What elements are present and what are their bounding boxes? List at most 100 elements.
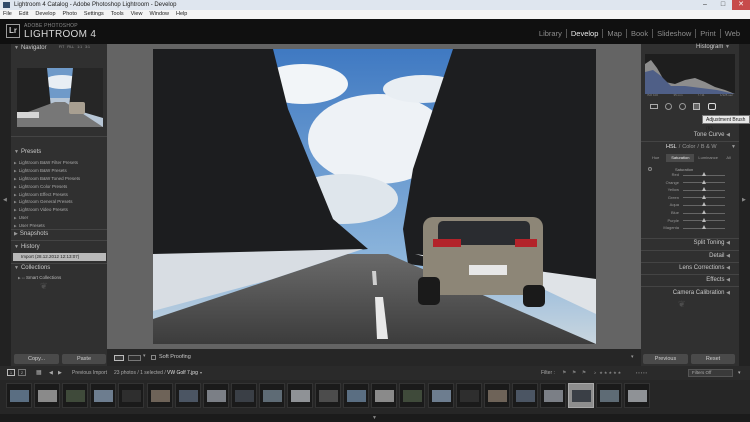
filmstrip-thumbnail[interactable] xyxy=(146,383,173,408)
main-photo[interactable] xyxy=(153,49,596,344)
second-window-button[interactable]: 2 xyxy=(18,369,26,376)
filmstrip-thumbnail[interactable] xyxy=(455,383,482,408)
module-library[interactable]: Library xyxy=(535,29,566,38)
back-arrow-icon[interactable]: ◀ xyxy=(49,366,53,380)
histogram-header[interactable]: Histogram ▼ xyxy=(650,44,730,50)
lens-corrections-header[interactable]: Lens Corrections ◀ xyxy=(650,265,730,271)
hsl-slider-row[interactable]: Magenta xyxy=(649,225,733,231)
filmstrip-thumbnail[interactable] xyxy=(230,383,257,408)
preset-folder[interactable]: ▶ Lightroom Color Presets xyxy=(14,184,67,190)
menu-develop[interactable]: Develop xyxy=(35,10,55,19)
menu-file[interactable]: File xyxy=(3,10,12,19)
camera-calibration-header[interactable]: Camera Calibration ◀ xyxy=(650,290,730,296)
effects-header[interactable]: Effects ◀ xyxy=(650,277,730,283)
main-window-button[interactable]: 1 xyxy=(7,369,15,376)
filmstrip-thumbnail[interactable] xyxy=(202,383,229,408)
hsl-slider-row[interactable]: Purple xyxy=(649,217,733,224)
filmstrip-thumbnail[interactable] xyxy=(6,383,32,408)
tab-color[interactable]: Color xyxy=(682,144,695,150)
slider-knob[interactable] xyxy=(702,202,706,207)
slider-knob[interactable] xyxy=(702,194,706,199)
slider-knob[interactable] xyxy=(702,179,706,184)
menu-tools[interactable]: Tools xyxy=(111,10,124,19)
filmstrip-thumbnail[interactable] xyxy=(539,383,566,408)
dropdown-icon[interactable]: ▾ xyxy=(200,366,202,380)
filmstrip-thumbnail[interactable] xyxy=(624,383,651,408)
filmstrip-thumbnail[interactable] xyxy=(174,383,201,408)
module-print[interactable]: Print xyxy=(695,29,719,38)
collapse-bottom-icon[interactable]: ▼ xyxy=(372,415,377,421)
slider-knob[interactable] xyxy=(702,172,706,176)
tab-bw[interactable]: B & W xyxy=(701,144,717,150)
bottom-panel-edge[interactable]: ▼ xyxy=(0,414,750,422)
minimize-button[interactable]: – xyxy=(696,0,714,10)
filmstrip-thumbnail[interactable] xyxy=(596,383,623,408)
module-map[interactable]: Map xyxy=(602,29,626,38)
split-toning-header[interactable]: Split Toning ◀ xyxy=(650,240,730,246)
reset-button[interactable]: Reset xyxy=(691,354,735,364)
subtab-all[interactable]: All xyxy=(722,154,735,162)
module-book[interactable]: Book xyxy=(625,29,652,38)
collection-item[interactable]: ▶ ▭ Smart Collections xyxy=(15,274,106,281)
spot-removal-icon[interactable] xyxy=(665,103,672,110)
zoom-fit[interactable]: FIT xyxy=(59,45,64,49)
targeted-adjustment-icon[interactable] xyxy=(648,167,652,171)
collapse-left-icon[interactable]: ◀ xyxy=(3,197,7,203)
collapse-right-icon[interactable]: ▶ xyxy=(742,197,746,203)
dropdown-icon[interactable]: ▾ xyxy=(143,353,146,359)
filter-lock-icon[interactable]: ▾ xyxy=(738,366,741,380)
collections-header[interactable]: ▼ Collections xyxy=(14,264,104,273)
module-slideshow[interactable]: Slideshow xyxy=(652,29,695,38)
hsl-slider-row[interactable]: Aqua xyxy=(649,202,733,208)
hsl-slider-row[interactable]: Orange xyxy=(649,179,733,186)
zoom-3-1[interactable]: 3:1 xyxy=(85,45,90,49)
crop-overlay-icon[interactable] xyxy=(650,104,658,109)
menu-settings[interactable]: Settings xyxy=(84,10,104,19)
adjustment-brush-icon[interactable] xyxy=(708,103,716,110)
filmstrip-thumbnail[interactable] xyxy=(90,383,117,408)
slider-knob[interactable] xyxy=(702,217,706,222)
filmstrip-thumbnail[interactable] xyxy=(62,383,89,408)
filmstrip-thumbnail[interactable] xyxy=(483,383,510,408)
zoom-1-1[interactable]: 1:1 xyxy=(77,45,82,49)
filmstrip-thumbnail[interactable] xyxy=(118,383,145,408)
toolbar-menu-icon[interactable]: ▾ xyxy=(631,354,634,360)
filmstrip-thumbnail[interactable] xyxy=(287,383,313,408)
subtab-luminance[interactable]: Luminance xyxy=(694,154,722,162)
source-label[interactable]: Previous Import xyxy=(72,366,107,380)
snapshots-header[interactable]: ▶ Snapshots xyxy=(14,230,104,239)
graduated-filter-icon[interactable] xyxy=(693,103,700,110)
loupe-view-icon[interactable] xyxy=(114,355,124,361)
previous-button[interactable]: Previous xyxy=(643,354,688,364)
hsl-slider-row[interactable]: Yellow xyxy=(649,187,733,193)
preset-folder[interactable]: ▶ Lightroom Video Presets xyxy=(14,207,68,213)
flag-filter-icon[interactable]: ⚑ ⚑ ⚑ xyxy=(562,366,588,380)
hsl-slider-row[interactable]: Red xyxy=(649,172,733,178)
filmstrip-thumbnail[interactable] xyxy=(34,383,61,408)
left-panel-edge[interactable]: ◀ xyxy=(0,44,11,366)
filmstrip-thumbnail[interactable] xyxy=(343,383,370,408)
menu-view[interactable]: View xyxy=(131,10,143,19)
subtab-hue[interactable]: Hue xyxy=(645,154,666,162)
preset-folder[interactable]: ▶ Lightroom General Presets xyxy=(14,199,72,205)
hsl-slider-row[interactable]: Blue xyxy=(649,210,733,216)
slider-knob[interactable] xyxy=(702,187,706,192)
subtab-saturation[interactable]: Saturation xyxy=(666,154,695,162)
color-filter-icon[interactable]: ▪▪▪▪▪ xyxy=(636,366,648,380)
filmstrip-thumbnail[interactable] xyxy=(568,383,594,408)
tab-hsl[interactable]: HSL xyxy=(666,144,677,150)
right-panel-edge[interactable]: ▶ xyxy=(739,44,750,366)
forward-arrow-icon[interactable]: ▶ xyxy=(58,366,62,380)
menu-window[interactable]: Window xyxy=(149,10,169,19)
module-web[interactable]: Web xyxy=(719,29,744,38)
slider-knob[interactable] xyxy=(702,225,706,230)
zoom-fill[interactable]: FILL xyxy=(67,45,74,49)
slider-knob[interactable] xyxy=(702,210,706,214)
before-after-icon[interactable] xyxy=(128,355,141,361)
presets-header[interactable]: ▼ Presets xyxy=(14,148,104,157)
expand-icon[interactable]: ▼ xyxy=(731,144,736,150)
detail-header[interactable]: Detail ◀ xyxy=(650,253,730,259)
maximize-button[interactable]: □ xyxy=(714,0,732,10)
preset-folder[interactable]: ▶ User xyxy=(14,215,28,221)
preset-folder[interactable]: ▶ Lightroom B&W Filter Presets xyxy=(14,160,78,166)
